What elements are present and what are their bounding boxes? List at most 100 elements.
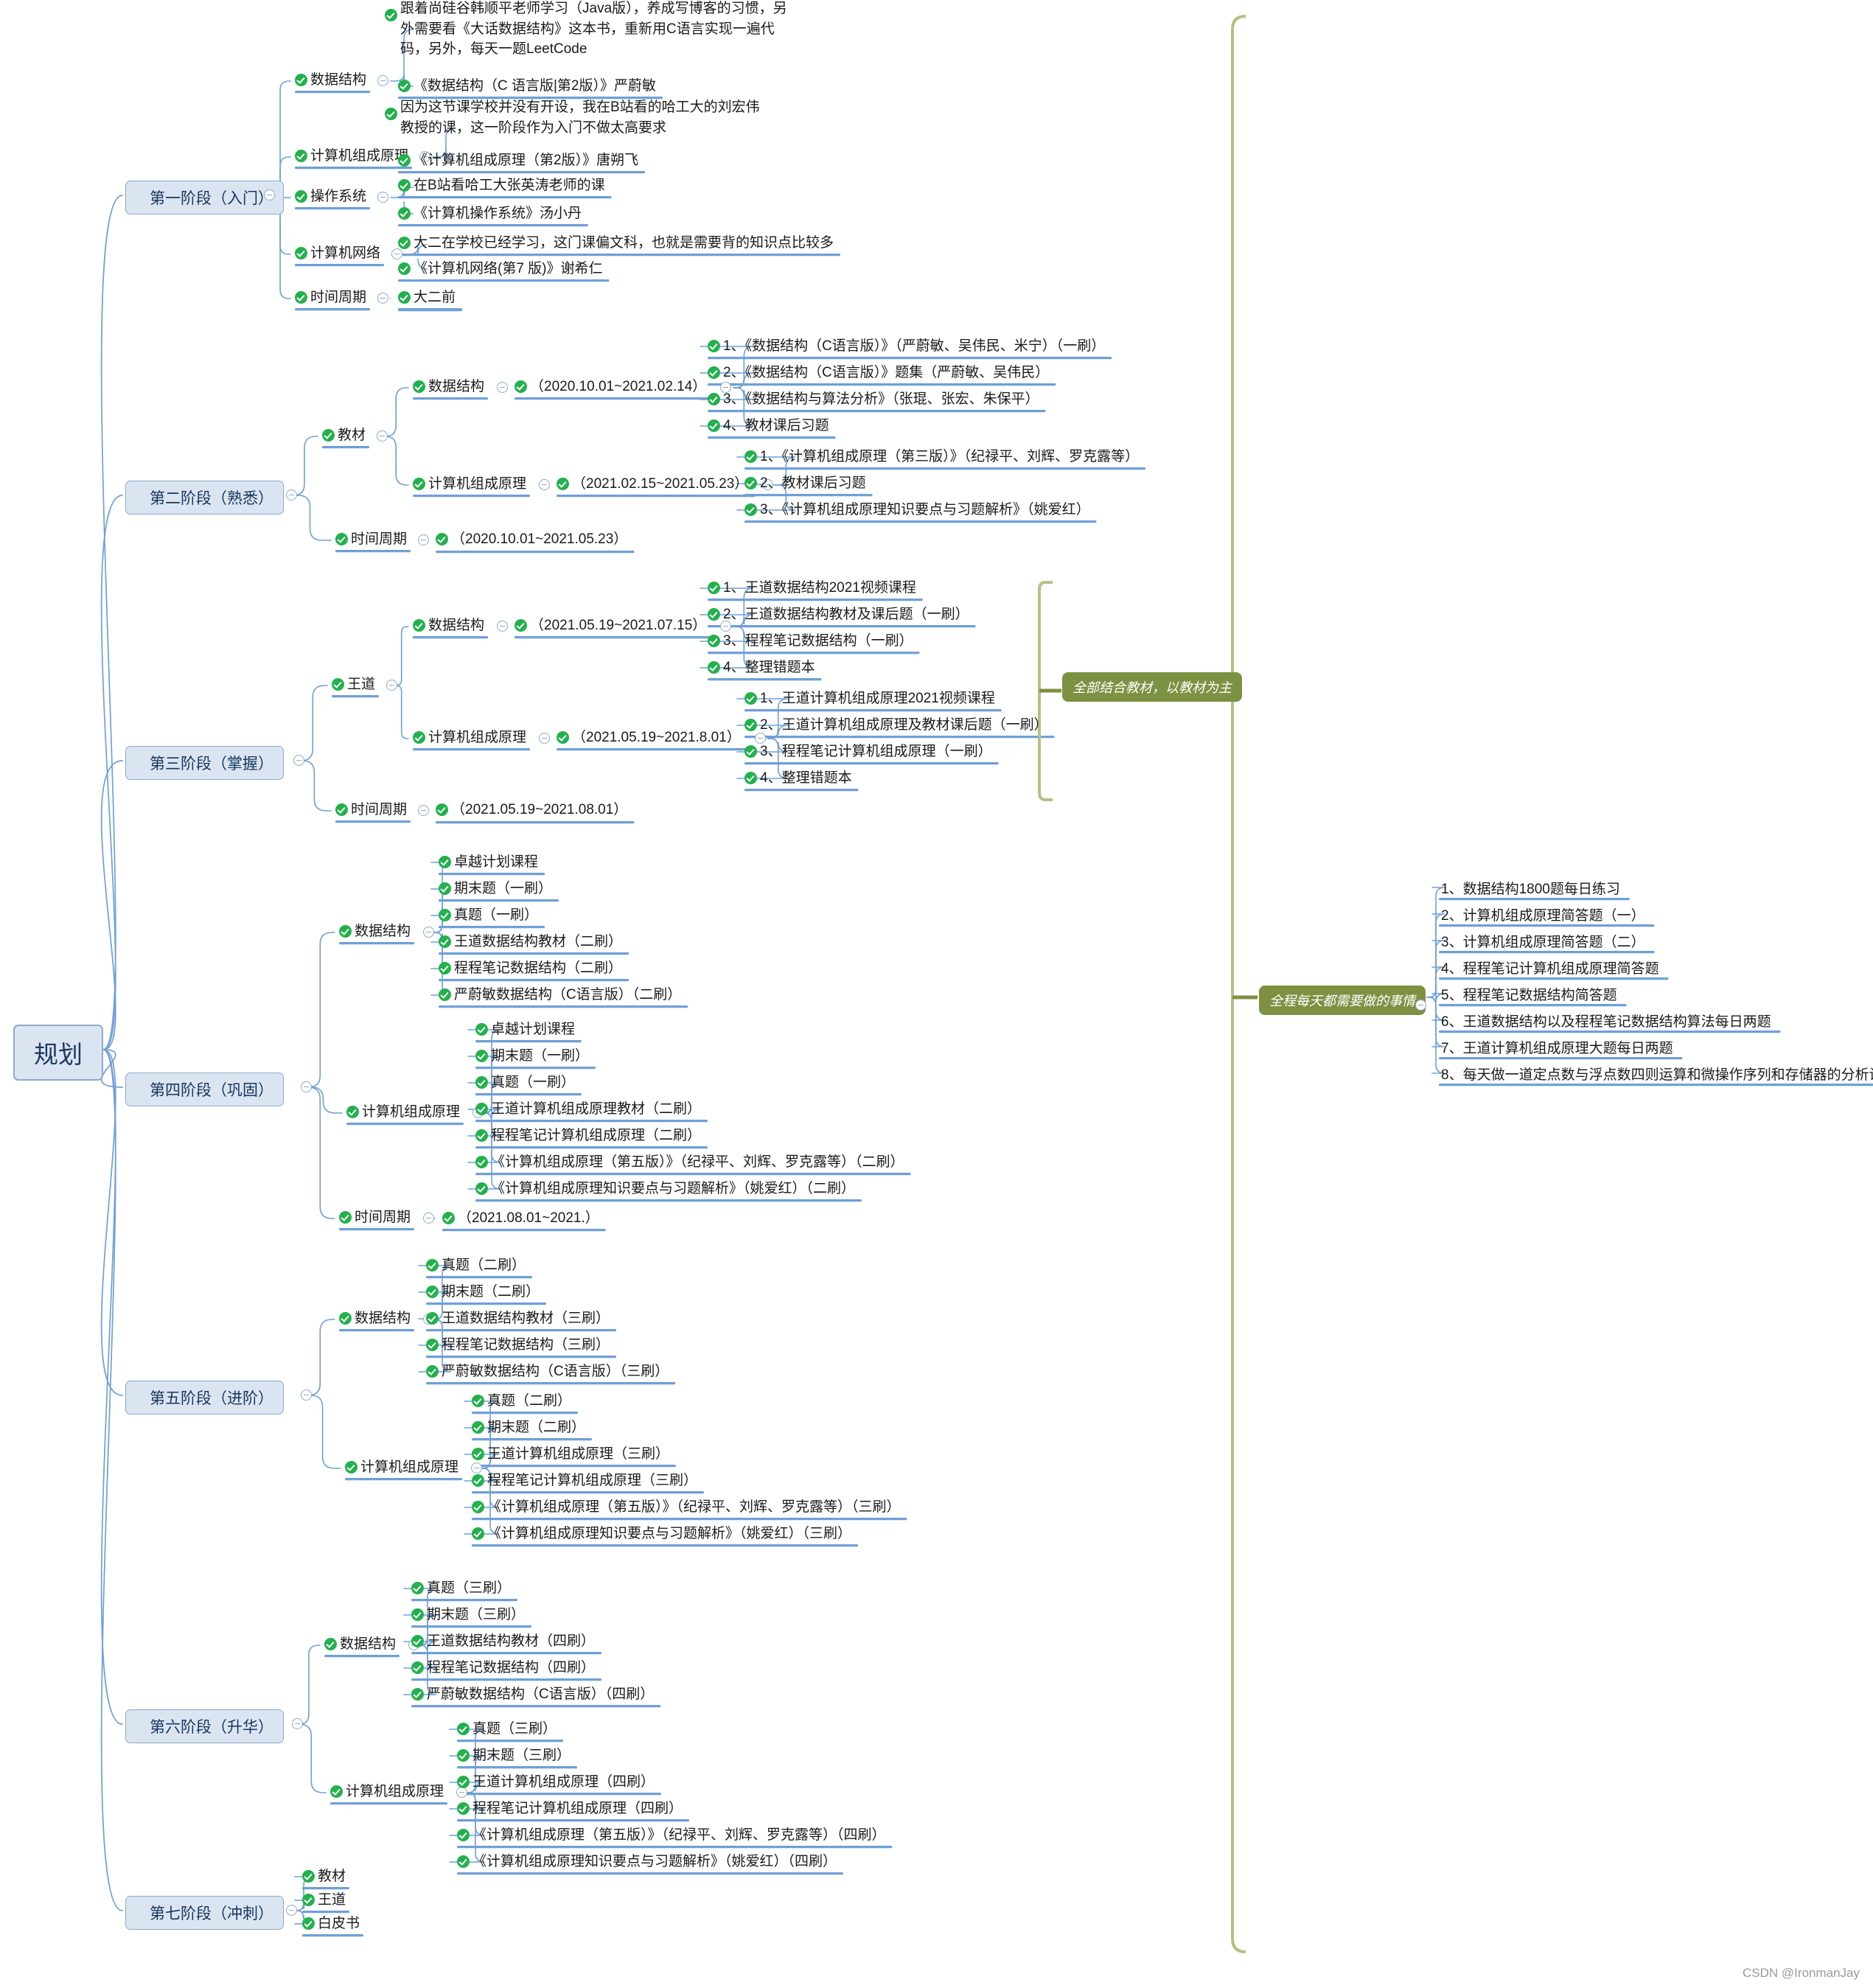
leaf-node[interactable]: 因为这节课学校并没有开设，我在B站看的哈工大的刘宏伟教授的课，这一阶段作为入门不…	[385, 97, 768, 138]
leaf-node[interactable]: 《计算机网络(第7 版)》谢希仁	[398, 259, 603, 279]
period-node[interactable]: （2021.05.19~2021.8.01）	[557, 728, 741, 747]
leaf-node[interactable]: 严蔚敏数据结构（C语言版）（二刷）	[439, 986, 681, 1005]
branch-toggle[interactable]	[423, 927, 435, 938]
leaf-node[interactable]: 王道计算机组成原理教材（二刷）	[475, 1100, 701, 1119]
branch-label[interactable]: 王道	[302, 1891, 346, 1910]
branch-toggle[interactable]	[377, 192, 389, 203]
period-node[interactable]: （2021.02.15~2021.05.23）	[557, 475, 748, 494]
stage-3-node[interactable]: 第三阶段（掌握）	[125, 746, 284, 780]
leaf-node[interactable]: 程程笔记数据结构（二刷）	[439, 959, 622, 978]
leaf-node[interactable]: 卓越计划课程	[439, 853, 538, 872]
leaf-node[interactable]: 王道数据结构教材（二刷）	[439, 932, 622, 952]
branch-toggle[interactable]	[377, 293, 389, 304]
stage-5-toggle[interactable]	[301, 1389, 312, 1401]
leaf-node[interactable]: 《计算机组成原理知识要点与习题解析》（姚爱红）（四刷）	[457, 1852, 837, 1872]
branch-label[interactable]: 计算机组成原理	[345, 1458, 458, 1477]
leaf-node[interactable]: 3、《数据结构与算法分析》（张琨、张宏、朱保平）	[708, 390, 1039, 409]
daily-task-item[interactable]: 4、程程笔记计算机组成原理简答题	[1441, 958, 1659, 977]
stage-2-node[interactable]: 第二阶段（熟悉）	[125, 481, 284, 515]
branch-label[interactable]: 数据结构	[295, 71, 366, 90]
root-node[interactable]: 规划	[13, 1025, 103, 1081]
leaf-node[interactable]: 2、王道计算机组成原理及教材课后题（一刷）	[744, 716, 1048, 735]
branch-label[interactable]: 计算机组成原理	[330, 1782, 444, 1802]
leaf-node[interactable]: 真题（二刷）	[472, 1392, 571, 1411]
period-node[interactable]: （2020.10.01~2021.02.14）	[515, 377, 706, 397]
stage-5-node[interactable]: 第五阶段（进阶）	[125, 1381, 284, 1415]
stage-6-node[interactable]: 第六阶段（升华）	[125, 1709, 284, 1743]
branch-label[interactable]: 计算机组成原理	[346, 1103, 460, 1122]
daily-task-item[interactable]: 3、计算机组成原理简答题（二）	[1441, 931, 1645, 951]
leaf-node[interactable]: 真题（三刷）	[411, 1579, 511, 1598]
branch-label[interactable]: 计算机组成原理	[295, 147, 408, 166]
leaf-node[interactable]: 期末题（二刷）	[426, 1283, 540, 1302]
leaf-node[interactable]: 跟着尚硅谷韩顺平老师学习（Java版），养成写博客的习惯，另外需要看《大话数据结…	[385, 0, 798, 60]
note-all-with-textbook[interactable]: 全部结合教材，以教材为主	[1062, 672, 1242, 702]
leaf-node[interactable]: 期末题（一刷）	[439, 879, 552, 899]
stage-7-toggle[interactable]	[286, 1905, 297, 1916]
leaf-node[interactable]: 1、《计算机组成原理（第三版）》（纪禄平、刘辉、罗克露等）	[744, 447, 1139, 467]
daily-task-item[interactable]: 1、数据结构1800题每日练习	[1441, 878, 1620, 898]
stage-3-toggle[interactable]	[293, 755, 304, 766]
branch-toggle[interactable]	[423, 1213, 435, 1224]
leaf-node[interactable]: 2、《数据结构（C语言版）》题集（严蔚敏、吴伟民）	[708, 363, 1049, 383]
leaf-node[interactable]: 王道计算机组成原理（四刷）	[457, 1773, 655, 1792]
branch-label[interactable]: 操作系统	[295, 187, 366, 206]
leaf-node[interactable]: 期末题（三刷）	[457, 1746, 571, 1765]
subject-toggle[interactable]	[497, 621, 509, 632]
subject-toggle[interactable]	[539, 479, 551, 490]
stage-4-toggle[interactable]	[301, 1081, 312, 1092]
daily-task-item[interactable]: 5、程程笔记数据结构简答题	[1441, 984, 1617, 1004]
leaf-node[interactable]: 3、《计算机组成原理知识要点与习题解析》（姚爱红）	[744, 501, 1090, 520]
subject-toggle[interactable]	[539, 733, 551, 744]
leaf-node[interactable]: 程程笔记计算机组成原理（四刷）	[457, 1799, 683, 1818]
leaf-node[interactable]: 王道数据结构教材（四刷）	[411, 1632, 595, 1651]
leaf-node[interactable]: 严蔚敏数据结构（C语言版）（四刷）	[411, 1685, 654, 1704]
leaf-node[interactable]: 王道数据结构教材（三刷）	[426, 1309, 610, 1328]
branch-label[interactable]: 白皮书	[302, 1914, 360, 1933]
stage-6-toggle[interactable]	[292, 1718, 303, 1729]
leaf-node[interactable]: 真题（三刷）	[457, 1720, 557, 1739]
leaf-node[interactable]: 王道计算机组成原理（三刷）	[472, 1445, 669, 1464]
leaf-node[interactable]: （2021.08.01~2021.）	[442, 1209, 599, 1228]
leaf-node[interactable]: 严蔚敏数据结构（C语言版）（三刷）	[426, 1362, 669, 1381]
branch-label[interactable]: 数据结构	[339, 922, 411, 941]
daily-routine-toggle[interactable]	[1415, 1000, 1426, 1011]
branch-label[interactable]: 数据结构	[339, 1309, 411, 1328]
stage-4-node[interactable]: 第四阶段（巩固）	[125, 1073, 284, 1106]
leaf-node[interactable]: 程程笔记计算机组成原理（三刷）	[472, 1471, 697, 1490]
leaf-node[interactable]: 大二在学校已经学习，这门课偏文科，也就是需要背的知识点比较多	[398, 234, 834, 253]
stage-2-toggle[interactable]	[286, 489, 297, 501]
leaf-node[interactable]: 《计算机组成原理知识要点与习题解析》（姚爱红）（三刷）	[472, 1524, 851, 1544]
leaf-node[interactable]: 4、整理错题本	[708, 658, 815, 677]
leaf-node[interactable]: 真题（一刷）	[439, 906, 538, 925]
note-daily-routine[interactable]: 全程每天都需要做的事情	[1259, 986, 1426, 1015]
leaf-node[interactable]: 期末题（三刷）	[411, 1605, 525, 1625]
period-node[interactable]: （2021.05.19~2021.07.15）	[515, 616, 706, 635]
branch-label[interactable]: 时间周期	[335, 801, 407, 820]
leaf-node[interactable]: 3、程程笔记数据结构（一刷）	[708, 632, 913, 651]
branch-toggle[interactable]	[377, 430, 388, 442]
leaf-node[interactable]: 1、王道计算机组成原理2021视频课程	[744, 689, 995, 708]
leaf-node[interactable]: 在B站看哈工大张英涛老师的课	[398, 176, 605, 195]
subject-label[interactable]: 计算机组成原理	[413, 475, 526, 494]
branch-label[interactable]: 时间周期	[295, 288, 366, 307]
branch-label[interactable]: 计算机网络	[295, 244, 380, 263]
daily-task-item[interactable]: 6、王道数据结构以及程程笔记数据结构算法每日两题	[1441, 1011, 1771, 1030]
leaf-node[interactable]: 1、王道数据结构2021视频课程	[708, 579, 916, 598]
branch-toggle[interactable]	[418, 534, 430, 545]
branch-toggle[interactable]	[386, 680, 398, 691]
leaf-node[interactable]: 期末题（二刷）	[472, 1418, 585, 1437]
subject-label[interactable]: 计算机组成原理	[413, 728, 526, 747]
subject-label[interactable]: 数据结构	[413, 377, 484, 397]
leaf-node[interactable]: 程程笔记计算机组成原理（二刷）	[475, 1126, 701, 1145]
branch-label[interactable]: 数据结构	[324, 1635, 396, 1654]
stage-1-node[interactable]: 第一阶段（入门）	[125, 181, 284, 215]
leaf-node[interactable]: 1、《数据结构（C语言版）》（严蔚敏、吴伟民、米宁）（一刷）	[708, 337, 1105, 356]
leaf-node[interactable]: 程程笔记数据结构（三刷）	[426, 1336, 610, 1355]
leaf-node[interactable]: 《计算机组成原理（第五版）》（纪禄平、刘辉、罗克露等）（三刷）	[472, 1498, 901, 1517]
branch-label[interactable]: 教材	[322, 426, 366, 445]
stage-1-toggle[interactable]	[264, 189, 275, 200]
leaf-node[interactable]: 卓越计划课程	[475, 1020, 575, 1039]
leaf-node[interactable]: 程程笔记数据结构（四刷）	[411, 1659, 595, 1678]
leaf-node[interactable]: 真题（一刷）	[475, 1073, 575, 1092]
